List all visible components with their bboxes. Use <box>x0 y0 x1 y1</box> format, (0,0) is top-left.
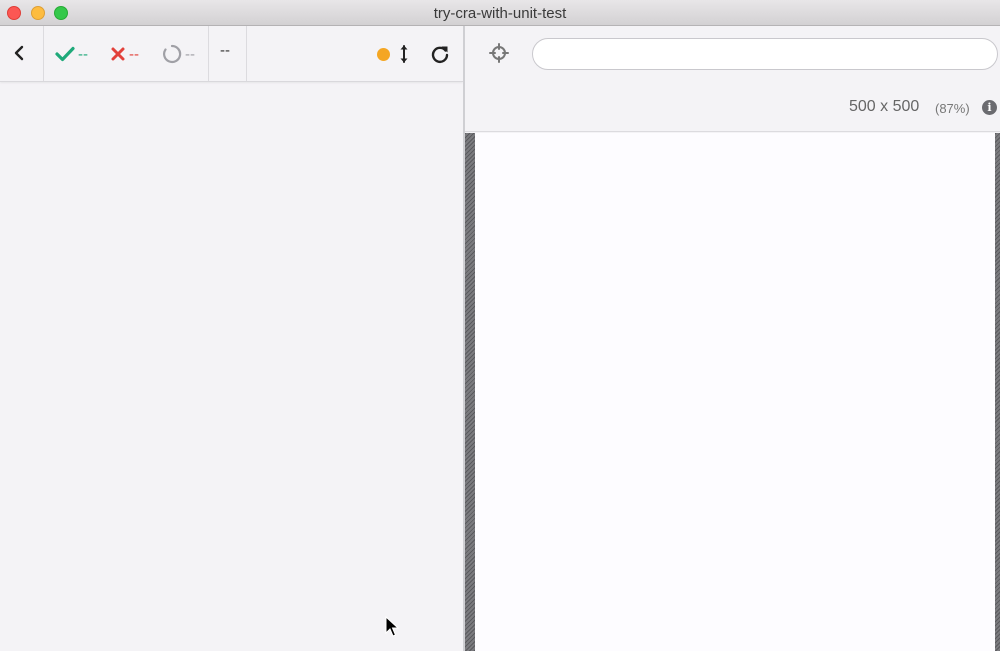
toolbar-separator <box>246 26 247 81</box>
window-titlebar: try-cra-with-unit-test <box>0 0 1000 26</box>
viewport-scale: (87%) <box>935 101 970 116</box>
x-icon <box>111 47 125 61</box>
run-duration: -- <box>220 42 230 59</box>
check-icon <box>55 46 75 62</box>
toolbar-separator <box>208 26 209 81</box>
toolbar-separator <box>43 26 44 81</box>
back-button[interactable] <box>4 38 34 68</box>
app-panel: 500 x 500 (87%) i <box>465 26 1000 651</box>
aut-iframe[interactable] <box>475 133 995 651</box>
viewport-size: 500 x 500 <box>849 98 920 115</box>
passed-stat: -- <box>55 42 88 66</box>
reporter-toolbar: -- -- -- -- <box>0 26 463 82</box>
mouse-cursor-icon <box>385 616 399 637</box>
redo-icon <box>431 46 449 64</box>
circle-notch-icon <box>163 44 182 64</box>
url-input[interactable] <box>532 38 998 70</box>
passed-count: -- <box>78 45 88 63</box>
pending-count: -- <box>185 45 195 63</box>
auto-scroll-button[interactable] <box>394 40 414 68</box>
crosshairs-icon <box>489 43 509 63</box>
aut-iframe-container <box>465 133 1000 651</box>
failed-count: -- <box>129 45 139 63</box>
arrows-vertical-icon <box>400 45 408 63</box>
selector-playground-button[interactable] <box>485 39 513 67</box>
status-indicator <box>377 48 390 61</box>
reporter-panel: -- -- -- -- <box>0 26 463 651</box>
app-header: 500 x 500 (87%) i <box>465 26 1000 132</box>
chevron-left-icon <box>14 45 24 61</box>
info-circle-icon[interactable]: i <box>982 100 997 115</box>
restart-button[interactable] <box>425 39 455 69</box>
pending-stat: -- <box>162 42 195 66</box>
window-title: try-cra-with-unit-test <box>433 5 567 22</box>
failed-stat: -- <box>110 42 139 66</box>
